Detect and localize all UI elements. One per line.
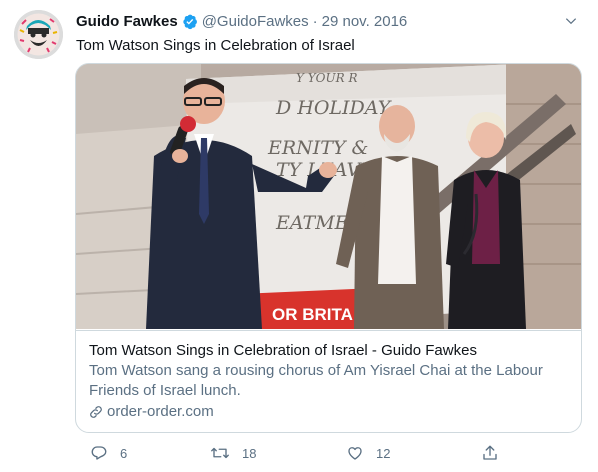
card-body[interactable]: Tom Watson Sings in Celebration of Israe… [76,330,581,432]
header-separator: · [312,12,318,30]
link-icon [88,404,104,420]
retweet-icon [210,444,230,462]
banner-line-2: D HOLIDAY [275,97,393,119]
share-button[interactable] [481,443,499,463]
author-handle[interactable]: @GuidoFawkes [202,13,309,30]
like-button[interactable]: 12 [346,443,390,463]
retweet-count: 18 [242,445,257,461]
verified-badge-icon [181,13,198,30]
tweet-actions: 6 18 12 [76,443,516,463]
reply-icon [90,444,108,462]
heart-icon [346,444,364,462]
banner-line-3: ERNITY & [267,137,368,159]
tweet[interactable]: Guido Fawkes @GuidoFawkes · 29 nov. 2016… [0,0,598,472]
reply-button[interactable]: 6 [90,443,127,463]
tweet-header: Guido Fawkes @GuidoFawkes · 29 nov. 2016 [76,11,581,31]
chevron-down-icon[interactable] [561,11,581,31]
share-icon [481,444,499,462]
card-image[interactable]: Y YOUR R D HOLIDAY ERNITY & TY LEAVE EAT… [76,64,581,329]
tweet-date[interactable]: 29 nov. 2016 [322,13,408,30]
reply-count: 6 [120,445,128,461]
author-name[interactable]: Guido Fawkes [76,13,178,30]
link-card[interactable]: Y YOUR R D HOLIDAY ERNITY & TY LEAVE EAT… [75,63,582,433]
banner-line-6: OR BRITA [272,305,353,324]
card-title[interactable]: Tom Watson Sings in Celebration of Israe… [89,341,477,361]
card-domain-text: order-order.com [107,403,214,420]
banner-line-1: Y YOUR R [296,71,358,85]
card-domain[interactable]: order-order.com [88,402,214,422]
card-description: Tom Watson sang a rousing chorus of Am Y… [89,362,543,399]
avatar[interactable] [14,10,63,59]
tweet-text: Tom Watson Sings in Celebration of Israe… [76,37,355,54]
like-count: 12 [376,445,391,461]
retweet-button[interactable]: 18 [210,443,256,463]
